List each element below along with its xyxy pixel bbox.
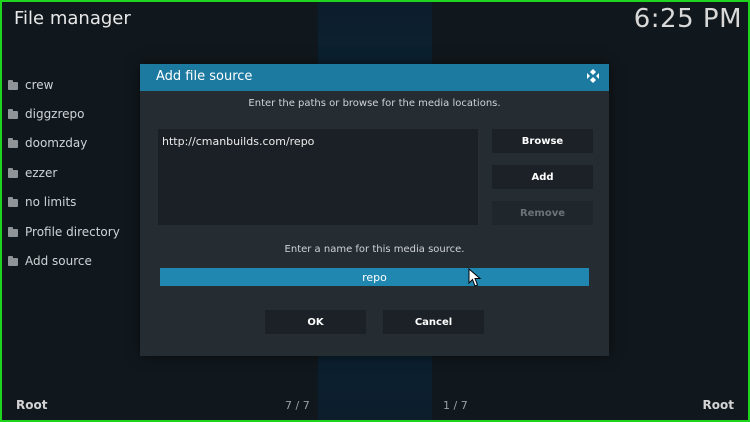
paths-list[interactable]: http://cmanbuilds.com/repo — [158, 129, 478, 225]
browse-button[interactable]: Browse — [492, 129, 593, 153]
sidebar-item-label: no limits — [25, 195, 77, 210]
sidebar-item-no-limits[interactable]: no limits — [8, 188, 138, 217]
sidebar-item-label: doomzday — [25, 136, 88, 151]
paths-instruction: Enter the paths or browse for the media … — [248, 98, 501, 109]
kodi-logo-icon — [587, 69, 599, 83]
sidebar-item-label: diggzrepo — [25, 107, 85, 122]
sidebar-item-label: Add source — [25, 254, 92, 269]
sidebar-list: crew diggzrepo doomzday ezzer no limits … — [8, 70, 138, 276]
cancel-button[interactable]: Cancel — [383, 310, 484, 334]
footer-item-count-right: 1 / 7 — [443, 399, 468, 412]
sidebar-item-diggzrepo[interactable]: diggzrepo — [8, 99, 138, 128]
mouse-pointer-icon — [468, 268, 482, 287]
sidebar-item-profile-directory[interactable]: Profile directory — [8, 217, 138, 246]
folder-icon — [8, 138, 18, 149]
remove-button[interactable]: Remove — [492, 201, 593, 225]
folder-icon — [8, 109, 18, 120]
sidebar-item-doomzday[interactable]: doomzday — [8, 129, 138, 158]
add-file-source-dialog: Add file source Enter the paths or brows… — [140, 64, 609, 356]
ok-button[interactable]: OK — [265, 310, 366, 334]
folder-icon — [8, 256, 18, 267]
footer-root-left: Root — [16, 398, 48, 412]
source-name-input[interactable]: repo — [160, 268, 589, 286]
app-title: File manager — [14, 8, 131, 29]
sidebar-item-ezzer[interactable]: ezzer — [8, 158, 138, 187]
add-button[interactable]: Add — [492, 165, 593, 189]
sidebar-item-add-source[interactable]: Add source — [8, 246, 138, 275]
sidebar-item-label: ezzer — [25, 165, 58, 180]
sidebar-item-label: Profile directory — [25, 224, 120, 239]
dialog-title: Add file source — [156, 69, 253, 84]
clock: 6:25 PM — [633, 4, 742, 34]
path-item[interactable]: http://cmanbuilds.com/repo — [162, 135, 314, 148]
folder-icon — [8, 167, 18, 178]
name-instruction: Enter a name for this media source. — [284, 244, 465, 255]
dialog-header: Add file source — [140, 64, 609, 91]
sidebar-item-crew[interactable]: crew — [8, 70, 138, 99]
footer-root-right: Root — [702, 398, 734, 412]
folder-icon — [8, 79, 18, 90]
folder-icon — [8, 226, 18, 237]
sidebar-item-label: crew — [25, 77, 54, 92]
folder-icon — [8, 197, 18, 208]
footer-item-count-left: 7 / 7 — [285, 399, 310, 412]
